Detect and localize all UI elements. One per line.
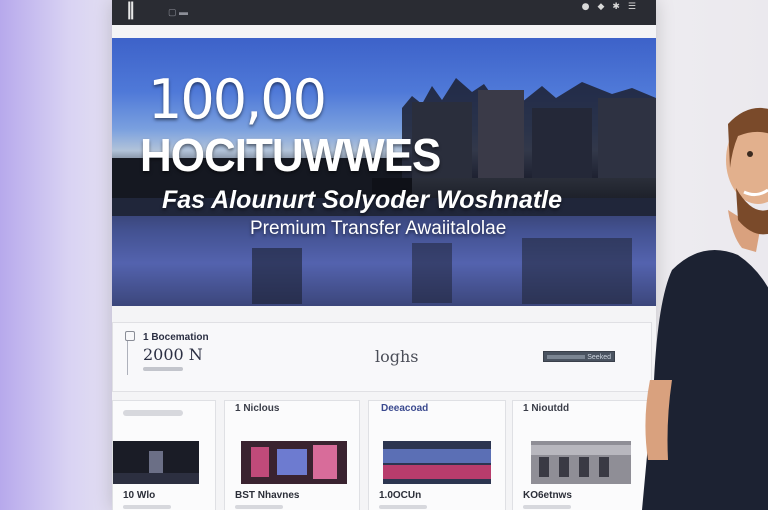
- site-logo-text[interactable]: ▢ ▬: [168, 7, 202, 17]
- hero-headline: HOCITUWWES: [140, 130, 441, 182]
- card-title: KO6etnws: [523, 490, 572, 501]
- card-thumbnail[interactable]: [241, 441, 347, 484]
- listing-card[interactable]: 1 Niclous BST Nhavnes: [224, 400, 360, 510]
- listing-card[interactable]: Deeacoad 1.0OCUn: [368, 400, 506, 510]
- hero-tagline: Fas Alounurt Solyoder Woshnatle: [162, 186, 563, 214]
- bell-icon[interactable]: ◆: [597, 2, 604, 12]
- card-thumbnail[interactable]: [383, 441, 491, 484]
- user-icon[interactable]: ●: [582, 2, 590, 12]
- info-square-icon: [125, 331, 135, 341]
- card-meta-bar: [379, 505, 427, 509]
- presenter-illustration: [642, 108, 768, 510]
- settings-icon[interactable]: ✱: [612, 2, 620, 12]
- info-note-bar: [143, 367, 183, 371]
- top-navigation-bar: ‖ ▢ ▬ ● ◆ ✱ ☰: [112, 0, 656, 25]
- info-label: 1 Bocemation: [143, 332, 209, 343]
- hero-banner: 100,00 HOCITUWWES Fas Alounurt Solyoder …: [112, 38, 656, 306]
- select-button[interactable]: Seeked: [543, 351, 615, 362]
- card-title: 10 Wlo: [123, 490, 156, 501]
- card-caption: 1 Niclous: [235, 403, 280, 414]
- top-icons: ● ◆ ✱ ☰: [582, 2, 636, 12]
- info-value: 2000 N: [143, 345, 203, 364]
- listing-card[interactable]: 1 Nioutdd KO6etnws: [512, 400, 648, 510]
- card-thumbnail[interactable]: [113, 441, 199, 484]
- info-divider: [127, 341, 128, 375]
- card-title: BST Nhavnes: [235, 490, 300, 501]
- menu-icon[interactable]: ☰: [628, 2, 636, 12]
- card-thumbnail[interactable]: [531, 441, 631, 484]
- card-meta-bar: [123, 505, 171, 509]
- listing-card[interactable]: 10 Wlo: [112, 400, 216, 510]
- card-caption: Deeacoad: [381, 403, 429, 414]
- hero-headline-number: 100,00: [148, 68, 327, 131]
- card-caption-bar: [123, 410, 183, 416]
- card-meta-bar: [235, 505, 283, 509]
- card-caption: 1 Nioutdd: [523, 403, 570, 414]
- browser-window: ‖ ▢ ▬ ● ◆ ✱ ☰ 100,00 HOCITUWWES Fas Alou…: [112, 0, 656, 510]
- info-panel: 1 Bocemation 2000 N loghs Seeked: [112, 322, 652, 392]
- card-title: 1.0OCUn: [379, 490, 422, 501]
- site-logo-icon[interactable]: ‖: [126, 0, 148, 20]
- hero-subtitle: Premium Transfer Awaiitalolae: [250, 218, 507, 239]
- card-meta-bar: [523, 505, 571, 509]
- info-center-text: loghs: [375, 347, 419, 366]
